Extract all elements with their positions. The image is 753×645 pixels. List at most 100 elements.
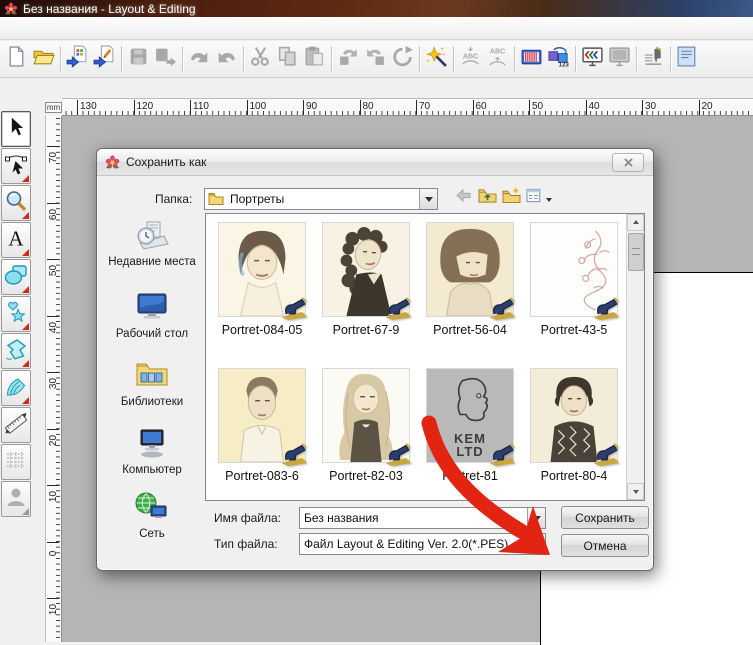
- scroll-up-button[interactable]: [627, 214, 644, 231]
- menu-item[interactable]: [42, 26, 60, 30]
- h-ruler-label: 20: [699, 100, 713, 115]
- toolbar-button[interactable]: 123: [545, 45, 572, 73]
- menu-item[interactable]: [132, 26, 150, 30]
- toolbar-separator: [331, 46, 332, 72]
- embroidery-mark-icon: [279, 295, 309, 320]
- file-item[interactable]: Portret-67-9: [314, 222, 418, 337]
- v-ruler-label: 60: [47, 203, 62, 221]
- palette-tool-button[interactable]: [1, 185, 31, 221]
- palette-tool-button[interactable]: A: [1, 222, 31, 258]
- filetype-combo[interactable]: Файл Layout & Editing Ver. 2.0(*.PES): [299, 533, 546, 555]
- toolbar-button[interactable]: ABC: [457, 45, 484, 73]
- toolbar-button[interactable]: [152, 45, 179, 73]
- sewing-order-icon: 123: [547, 45, 570, 73]
- palette-tool-button[interactable]: [1, 259, 31, 295]
- menu-item[interactable]: [60, 26, 78, 30]
- toolbar-separator: [575, 46, 576, 72]
- filetype-value[interactable]: Файл Layout & Editing Ver. 2.0(*.PES): [300, 537, 527, 551]
- toolbar-button[interactable]: [301, 45, 328, 73]
- save-card-icon: [154, 45, 177, 73]
- dialog-title-bar[interactable]: Сохранить как: [97, 149, 653, 176]
- file-thumbnail: [322, 368, 410, 463]
- filename-combo-dropdown[interactable]: [527, 508, 545, 528]
- rotate-left-icon: [337, 45, 360, 73]
- vertical-ruler: 70605040302010010: [45, 116, 62, 642]
- save-button[interactable]: Сохранить: [561, 506, 649, 529]
- toolbar-button[interactable]: [3, 45, 30, 73]
- file-list-scrollbar[interactable]: [626, 214, 644, 500]
- toolbar-button[interactable]: [125, 45, 152, 73]
- toolbar-button[interactable]: [247, 45, 274, 73]
- toolbar-button[interactable]: [389, 45, 416, 73]
- import-image-edit-icon: [93, 45, 116, 73]
- text-fit-down-icon: ABC: [459, 45, 482, 73]
- file-item[interactable]: Portret-56-04: [418, 222, 522, 337]
- palette-tool-button[interactable]: [1, 481, 31, 517]
- dialog-nav-button[interactable]: [476, 188, 498, 208]
- place-item[interactable]: Рабочий стол: [103, 291, 201, 341]
- punch-tool-icon: [4, 374, 28, 403]
- dialog-nav-button[interactable]: [500, 188, 522, 208]
- window-title: Без названия - Layout & Editing: [23, 2, 196, 16]
- toolbar-button[interactable]: [335, 45, 362, 73]
- toolbar-button[interactable]: [64, 45, 91, 73]
- filetype-combo-dropdown[interactable]: [527, 534, 545, 554]
- place-item[interactable]: Компьютер: [103, 427, 201, 477]
- toolbar-button[interactable]: ABC: [484, 45, 511, 73]
- file-item[interactable]: Portret-083-6: [210, 368, 314, 483]
- menu-item[interactable]: [96, 26, 114, 30]
- h-ruler-label: 70: [416, 100, 430, 115]
- palette-tool-button[interactable]: [1, 333, 31, 369]
- file-list[interactable]: Portret-084-05 Portret-67-9 Portret-56-0…: [205, 213, 645, 501]
- toolbar-button[interactable]: [30, 45, 57, 73]
- file-item[interactable]: Portret-82-03: [314, 368, 418, 483]
- menu-item[interactable]: [24, 26, 42, 30]
- file-thumbnail: [218, 368, 306, 463]
- folder-combo[interactable]: Портреты: [204, 188, 438, 210]
- file-item[interactable]: KEMLTD Portret-81: [418, 368, 522, 483]
- toolbar-button[interactable]: [186, 45, 213, 73]
- filename-combo[interactable]: Без названия: [299, 507, 546, 529]
- file-item[interactable]: Portret-43-5: [522, 222, 626, 337]
- toolbar-separator: [60, 46, 61, 72]
- toolbar-button[interactable]: [91, 45, 118, 73]
- palette-tool-button[interactable]: [1, 370, 31, 406]
- toolbar-button[interactable]: [579, 45, 606, 73]
- toolbar-button[interactable]: [606, 45, 633, 73]
- folder-combo-dropdown[interactable]: [419, 189, 437, 209]
- toolbar-button[interactable]: [674, 45, 701, 73]
- dialog-close-button[interactable]: [612, 153, 644, 172]
- toolbar-button[interactable]: [518, 45, 545, 73]
- dialog-nav-button[interactable]: [452, 188, 474, 208]
- cancel-button[interactable]: Отмена: [561, 534, 649, 557]
- place-item[interactable]: Сеть: [103, 491, 201, 541]
- dialog-nav-button[interactable]: [524, 188, 554, 208]
- palette-tool-button[interactable]: [1, 148, 31, 184]
- toolbar-button[interactable]: [274, 45, 301, 73]
- file-item[interactable]: Portret-80-4: [522, 368, 626, 483]
- file-thumbnail: [530, 368, 618, 463]
- filename-value[interactable]: Без названия: [300, 511, 527, 525]
- scrollbar-thumb[interactable]: [628, 233, 644, 271]
- scroll-down-button[interactable]: [627, 483, 644, 500]
- measure-tool-icon: [4, 411, 28, 440]
- file-thumbnail: [322, 222, 410, 317]
- palette-tool-button[interactable]: [1, 407, 31, 443]
- menu-item[interactable]: [78, 26, 96, 30]
- embroidery-mark-icon: [279, 441, 309, 466]
- menu-item[interactable]: [6, 26, 24, 30]
- v-ruler-label: 50: [47, 259, 62, 277]
- palette-tool-button[interactable]: [1, 444, 31, 480]
- file-item[interactable]: Portret-084-05: [210, 222, 314, 337]
- toolbar-button[interactable]: [640, 45, 667, 73]
- palette-tool-button[interactable]: [1, 296, 31, 332]
- toolbar-button[interactable]: [213, 45, 240, 73]
- toolbar-button[interactable]: [423, 45, 450, 73]
- menu-item[interactable]: [114, 26, 132, 30]
- palette-tool-button[interactable]: [1, 111, 31, 147]
- place-item[interactable]: Библиотеки: [103, 359, 201, 409]
- embroidery-mark-icon: [591, 441, 621, 466]
- toolbar-button[interactable]: [362, 45, 389, 73]
- toolbar: ABC ABC 123: [0, 41, 753, 78]
- place-item[interactable]: Недавние места: [103, 219, 201, 269]
